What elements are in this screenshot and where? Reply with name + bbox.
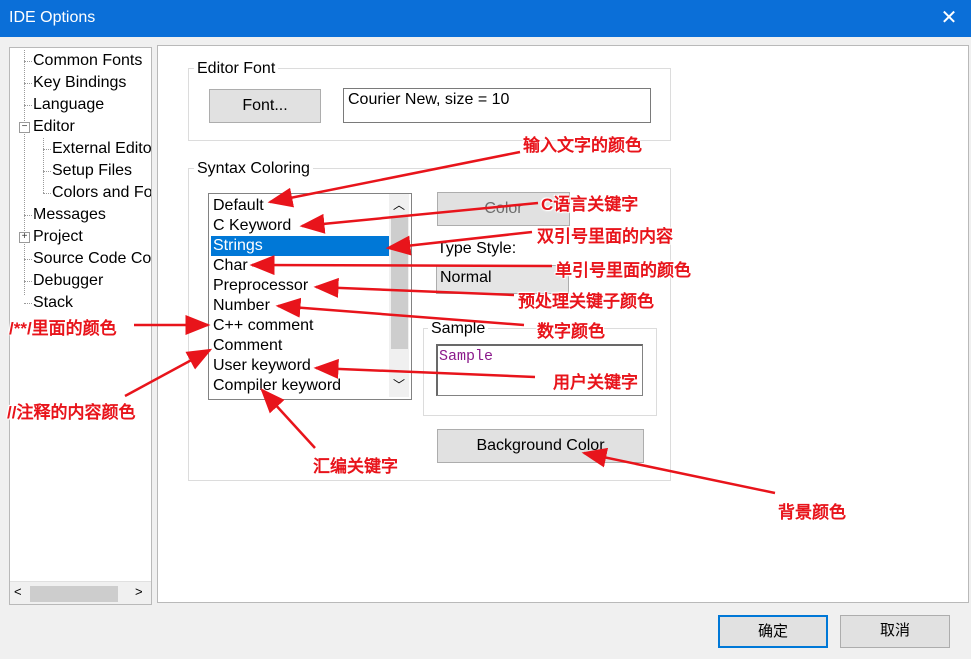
arrow-preprocessor [313,277,515,298]
annotation-c-keyword: C语言关键字 [541,195,639,214]
arrow-strings [385,230,533,256]
arrow-number [275,297,525,327]
annotation-background-color: 背景颜色 [778,503,846,522]
arrow-background-color [581,447,776,495]
arrow-line-comment [124,348,213,398]
annotation-line-comment: //注释的内容颜色 [7,403,136,422]
arrow-char [249,255,553,276]
annotation-compiler-keyword: 汇编关键字 [313,457,398,476]
annotation-user-keyword: 用户关键字 [553,373,638,392]
annotation-char-color: 单引号里面的颜色 [555,261,691,280]
annotation-block-comment: /**/里面的颜色 [9,319,117,338]
arrow-user-keyword [313,358,536,379]
annotation-string-content: 双引号里面的内容 [537,227,673,246]
arrow-compiler-keyword [260,388,316,449]
arrow-default [267,150,521,208]
annotation-arrows [124,150,776,495]
annotation-number-color: 数字颜色 [537,322,605,341]
annotation-preprocessor: 预处理关键子颜色 [518,292,654,311]
annotation-input-text-color: 输入文字的颜色 [523,136,642,155]
arrow-c-keyword [299,201,539,234]
